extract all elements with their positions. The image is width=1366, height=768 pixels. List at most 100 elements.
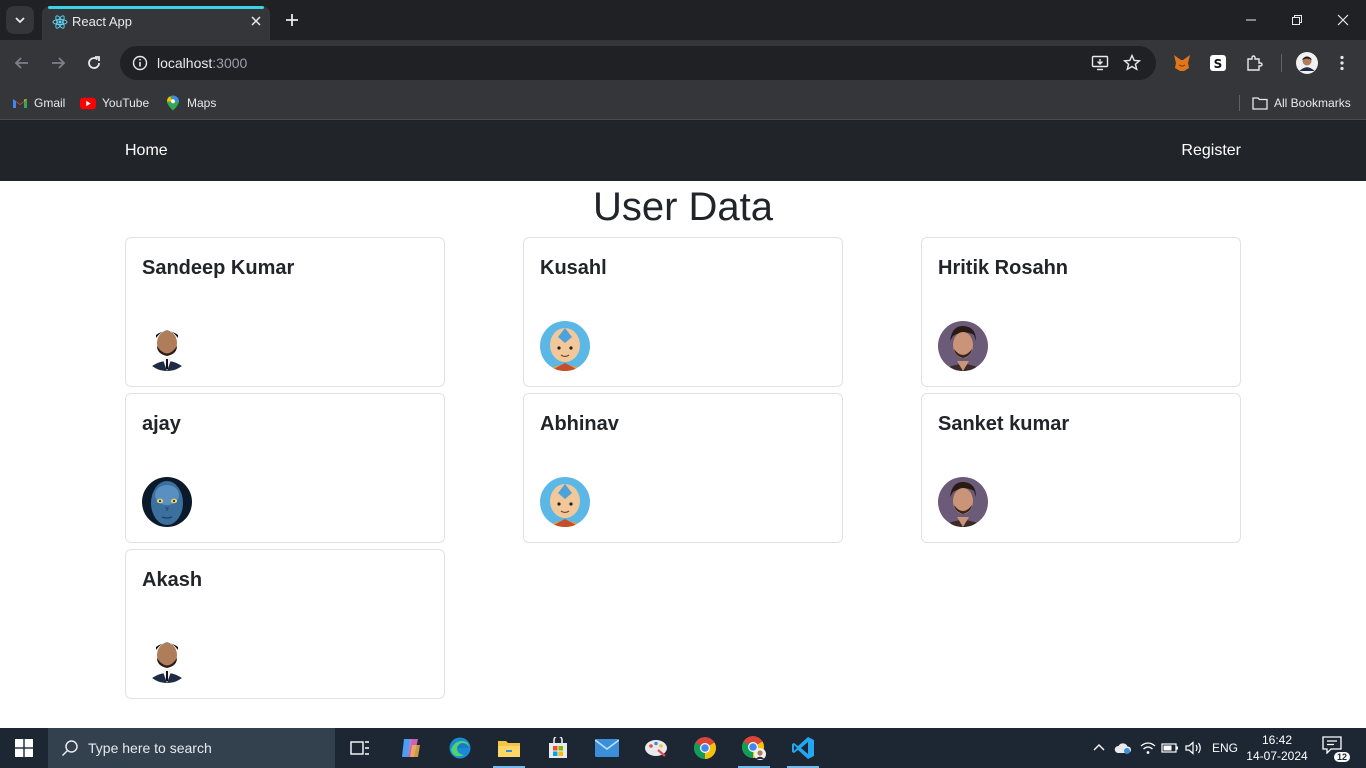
edge-app[interactable]	[438, 728, 482, 768]
battery-tray-icon[interactable]	[1160, 738, 1180, 758]
restore-button[interactable]	[1274, 0, 1320, 40]
browser-toolbar: localhost:3000 S	[0, 40, 1366, 86]
nav-register-link[interactable]: Register	[1181, 142, 1241, 160]
address-bar[interactable]: localhost:3000	[120, 46, 1156, 80]
volume-tray-icon[interactable]	[1184, 738, 1204, 758]
actor-portrait-avatar	[938, 321, 988, 371]
user-name: Akash	[142, 569, 203, 591]
bookmark-youtube[interactable]: YouTube	[76, 92, 153, 114]
cloud-sync-icon	[1114, 743, 1132, 754]
paint-app[interactable]	[634, 728, 678, 768]
close-icon	[1337, 14, 1349, 26]
close-icon	[251, 16, 261, 26]
store-icon	[549, 737, 567, 758]
notification-count-badge: 12	[1333, 752, 1350, 762]
page-title: User Data	[592, 185, 774, 229]
bookmarks-divider	[1239, 95, 1240, 111]
mail-icon	[595, 739, 619, 757]
reload-button[interactable]	[80, 49, 108, 77]
vscode-icon	[792, 737, 814, 759]
tab-search-button[interactable]	[6, 6, 34, 34]
user-card: Hritik Rosahn	[921, 237, 1241, 387]
network-tray-icon[interactable]	[1138, 738, 1158, 758]
more-menu-icon[interactable]	[1331, 52, 1353, 74]
metamask-fox-icon[interactable]	[1171, 52, 1193, 74]
react-logo-icon	[52, 15, 68, 29]
wifi-icon	[1140, 742, 1156, 754]
plus-icon	[286, 14, 298, 26]
nav-home-link[interactable]: Home	[125, 142, 168, 160]
youtube-icon	[80, 95, 96, 111]
chrome-profile-app[interactable]	[732, 728, 776, 768]
folder-icon	[498, 741, 520, 757]
chrome-app[interactable]	[683, 728, 727, 768]
site-info-icon[interactable]	[130, 53, 150, 73]
user-name: Abhinav	[540, 413, 619, 435]
tab-react-app[interactable]: React App	[42, 6, 270, 40]
url-port: :3000	[212, 55, 248, 71]
tab-strip: React App	[0, 0, 1366, 40]
bookmark-gmail[interactable]: Gmail	[8, 92, 69, 114]
close-window-button[interactable]	[1320, 0, 1366, 40]
chrome-icon	[742, 736, 766, 760]
onedrive-tray-icon[interactable]	[1113, 738, 1133, 758]
input-language[interactable]: ENG	[1212, 741, 1238, 755]
svg-text:S: S	[1214, 57, 1223, 71]
bookmark-label: YouTube	[102, 96, 150, 110]
search-icon	[61, 740, 78, 757]
user-name: Kusahl	[540, 257, 607, 279]
arrow-right-icon	[52, 57, 66, 69]
all-bookmarks-button[interactable]: All Bookmarks	[1248, 92, 1355, 114]
cartoon-monk-avatar	[540, 477, 590, 527]
folder-icon	[1252, 95, 1268, 111]
battery-icon	[1161, 743, 1178, 753]
file-explorer-app[interactable]	[487, 728, 531, 768]
forward-button[interactable]	[44, 49, 72, 77]
vscode-app[interactable]	[781, 728, 825, 768]
tab-title: React App	[72, 14, 132, 29]
tab-close-button[interactable]	[248, 13, 264, 29]
install-app-icon[interactable]	[1090, 53, 1110, 73]
toolbar-divider	[1281, 54, 1282, 72]
man-portrait-avatar	[142, 321, 192, 371]
task-view-button[interactable]	[338, 728, 382, 768]
windows-taskbar: Type here to search ENG 16:42 14-07-2024…	[0, 728, 1366, 768]
blue-alien-avatar	[142, 477, 192, 527]
cartoon-monk-avatar	[540, 321, 590, 371]
url-host: localhost	[157, 55, 213, 71]
bookmark-label: Gmail	[34, 96, 66, 110]
back-button[interactable]	[8, 49, 36, 77]
search-placeholder: Type here to search	[88, 740, 212, 756]
chrome-icon	[694, 737, 716, 759]
mail-app[interactable]	[585, 728, 629, 768]
man-portrait-avatar	[142, 633, 192, 683]
show-hidden-icons-button[interactable]	[1089, 738, 1109, 758]
microsoft-store-app[interactable]	[536, 728, 580, 768]
site-navbar: Home Register	[0, 121, 1366, 181]
new-tab-button[interactable]	[278, 6, 306, 34]
start-button[interactable]	[0, 728, 48, 768]
profile-avatar[interactable]	[1296, 52, 1318, 74]
paint-palette-icon	[645, 740, 667, 757]
bookmarks-bar: Gmail YouTube Maps All Bookmarks	[0, 86, 1366, 120]
user-name: Sandeep Kumar	[142, 257, 295, 279]
clock[interactable]: 16:42 14-07-2024	[1246, 732, 1308, 764]
reload-icon	[88, 56, 100, 69]
minimize-button[interactable]	[1228, 0, 1274, 40]
user-card: Sanket kumar	[921, 393, 1241, 543]
user-name: ajay	[142, 413, 181, 435]
copilot-app[interactable]	[389, 728, 433, 768]
notification-center-button[interactable]: 12	[1322, 736, 1350, 762]
copilot-icon	[402, 739, 420, 757]
bookmark-star-icon[interactable]	[1122, 53, 1142, 73]
user-card: ajay	[125, 393, 445, 543]
speaker-icon	[1185, 741, 1201, 755]
maps-icon	[165, 95, 181, 111]
bookmark-maps[interactable]: Maps	[161, 92, 220, 114]
user-card: Akash	[125, 549, 445, 699]
extension-s-icon[interactable]: S	[1207, 52, 1229, 74]
taskbar-search-box[interactable]: Type here to search	[48, 728, 335, 768]
task-view-icon	[350, 741, 369, 755]
user-card: Kusahl	[523, 237, 843, 387]
extensions-puzzle-icon[interactable]	[1243, 52, 1265, 74]
